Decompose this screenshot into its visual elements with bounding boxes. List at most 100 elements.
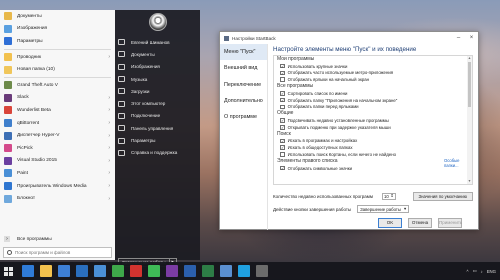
program-item[interactable]: Проигрыватель Windows Media ›: [0, 180, 115, 193]
places-item[interactable]: Загрузки: [118, 85, 200, 97]
program-item[interactable]: Блокнот ›: [0, 192, 115, 205]
program-item[interactable]: Paint ›: [0, 167, 115, 180]
tray-icon[interactable]: ENG: [487, 269, 496, 274]
scroll-up-icon[interactable]: ▲: [467, 56, 472, 61]
mail-taskbar-icon[interactable]: [76, 265, 88, 277]
program-item[interactable]: Проводник ›: [0, 51, 115, 64]
edge-taskbar-icon[interactable]: [22, 265, 34, 277]
search-input[interactable]: [15, 250, 110, 255]
program-icon: [4, 194, 12, 203]
start-search-box[interactable]: [3, 247, 112, 258]
program-item[interactable]: qBittorrent ›: [0, 117, 115, 130]
chevron-right-icon[interactable]: ›: [108, 196, 110, 202]
option-checkbox[interactable]: ✓: [280, 91, 285, 96]
program-item[interactable]: Slack ›: [0, 92, 115, 105]
program-item[interactable]: PicPick ›: [0, 142, 115, 155]
tray-icon[interactable]: ♪: [481, 269, 483, 274]
option-checkbox[interactable]: ✓: [280, 63, 285, 69]
tray-icon[interactable]: ^: [466, 269, 468, 274]
settings-tab[interactable]: О программе: [220, 109, 267, 125]
calendar-taskbar-icon[interactable]: [94, 265, 106, 277]
program-label: Проигрыватель Windows Media: [17, 183, 87, 189]
settings-tab[interactable]: Меню "Пуск": [220, 44, 267, 61]
explorer-taskbar-icon[interactable]: [40, 265, 52, 277]
onenote-taskbar-icon[interactable]: [166, 265, 178, 277]
places-item[interactable]: Справка и поддержка: [118, 147, 200, 159]
program-item[interactable]: Параметры: [0, 35, 115, 48]
stepper-arrows-icon[interactable]: ⇕: [390, 193, 394, 199]
option-checkbox[interactable]: ✓: [280, 97, 285, 103]
chevron-right-icon[interactable]: ›: [108, 158, 110, 164]
chevron-right-icon[interactable]: ›: [108, 95, 110, 101]
places-item[interactable]: Параметры: [118, 134, 200, 146]
settings-tab[interactable]: Переключение: [220, 77, 267, 93]
spotify-taskbar-icon[interactable]: [148, 265, 160, 277]
word-taskbar-icon[interactable]: [184, 265, 196, 277]
chevron-down-icon: ▾: [403, 206, 407, 211]
option-checkbox[interactable]: ✓: [280, 125, 285, 130]
settings-taskbar-icon[interactable]: [256, 265, 268, 277]
chevron-right-icon[interactable]: ›: [108, 170, 110, 176]
program-item[interactable]: Диспетчер Hyper-V ›: [0, 129, 115, 142]
program-item[interactable]: Wunderlist Beta ›: [0, 104, 115, 117]
start-button[interactable]: [0, 262, 16, 280]
minimize-button[interactable]: –: [452, 34, 465, 43]
chevron-right-icon[interactable]: ›: [108, 107, 110, 113]
user-avatar[interactable]: [149, 13, 167, 31]
places-item[interactable]: Евгений Шиманов: [118, 36, 200, 48]
opera-taskbar-icon[interactable]: [130, 265, 142, 277]
apply-button[interactable]: Применить: [438, 218, 462, 228]
option-row: ✓ Искать в программах и настройках: [274, 138, 472, 145]
option-label: Искать в программах и настройках: [287, 138, 358, 144]
settings-tab[interactable]: Внешний вид: [220, 60, 267, 76]
option-checkbox[interactable]: [280, 152, 285, 157]
places-item[interactable]: Изображения: [118, 61, 200, 73]
scroll-down-icon[interactable]: ▼: [467, 179, 472, 184]
option-checkbox[interactable]: [280, 104, 285, 110]
close-button[interactable]: ×: [465, 34, 478, 43]
program-label: Grand Theft Auto V: [17, 82, 58, 88]
places-pane: Евгений Шиманов Документы Изображения Музык…: [115, 10, 200, 267]
program-item[interactable]: Новая папка (10): [0, 63, 115, 76]
places-item[interactable]: Этот компьютер: [118, 97, 200, 109]
places-item[interactable]: Документы: [118, 48, 200, 60]
excel-taskbar-icon[interactable]: [202, 265, 214, 277]
program-item[interactable]: Изображения: [0, 23, 115, 36]
store-taskbar-icon[interactable]: [58, 265, 70, 277]
option-checkbox[interactable]: ✓: [280, 70, 285, 76]
chevron-right-icon[interactable]: ›: [108, 54, 110, 60]
dialog-title-bar[interactable]: Настройки StartBack – ×: [220, 32, 478, 44]
chevron-right-icon[interactable]: ›: [108, 133, 110, 139]
chevron-right-icon[interactable]: ›: [108, 120, 110, 126]
places-item[interactable]: Подключение: [118, 110, 200, 122]
settings-tab[interactable]: Дополнительно: [220, 93, 267, 109]
program-item[interactable]: Visual Studio 2015 ›: [0, 155, 115, 168]
places-item[interactable]: Музыка: [118, 73, 200, 85]
cancel-button[interactable]: Отмена: [408, 218, 432, 228]
divider: [4, 76, 111, 78]
skype-taskbar-icon[interactable]: [238, 265, 250, 277]
xbox-taskbar-icon[interactable]: [112, 265, 124, 277]
recent-programs-stepper[interactable]: 10 ⇕: [381, 192, 396, 200]
folder-icon: [118, 88, 125, 95]
scrollbar-thumb[interactable]: [468, 62, 471, 107]
ok-button[interactable]: OK: [378, 218, 402, 228]
photos-taskbar-icon[interactable]: [220, 265, 232, 277]
chevron-right-icon[interactable]: ›: [108, 183, 110, 189]
option-checkbox[interactable]: ✓: [280, 118, 285, 123]
tray-icon[interactable]: ▭: [472, 268, 476, 274]
all-programs-button[interactable]: › Все программы: [0, 233, 115, 245]
chevron-right-icon[interactable]: ›: [108, 145, 110, 151]
folder-icon: [118, 137, 125, 144]
power-action-select[interactable]: Завершение работы ▾: [357, 205, 410, 213]
option-checkbox[interactable]: ✓: [280, 145, 285, 151]
option-checkbox[interactable]: ✓: [280, 138, 285, 144]
folder-icon: [118, 100, 125, 107]
options-scrollbar[interactable]: ▲ ▼: [467, 56, 472, 184]
places-item[interactable]: Панель управления: [118, 122, 200, 134]
option-checkbox[interactable]: [280, 77, 285, 83]
option-checkbox[interactable]: ✓: [280, 165, 285, 171]
program-item[interactable]: Документы: [0, 10, 115, 23]
defaults-button[interactable]: Значения по умолчанию: [412, 191, 473, 201]
program-item[interactable]: Grand Theft Auto V: [0, 79, 115, 92]
